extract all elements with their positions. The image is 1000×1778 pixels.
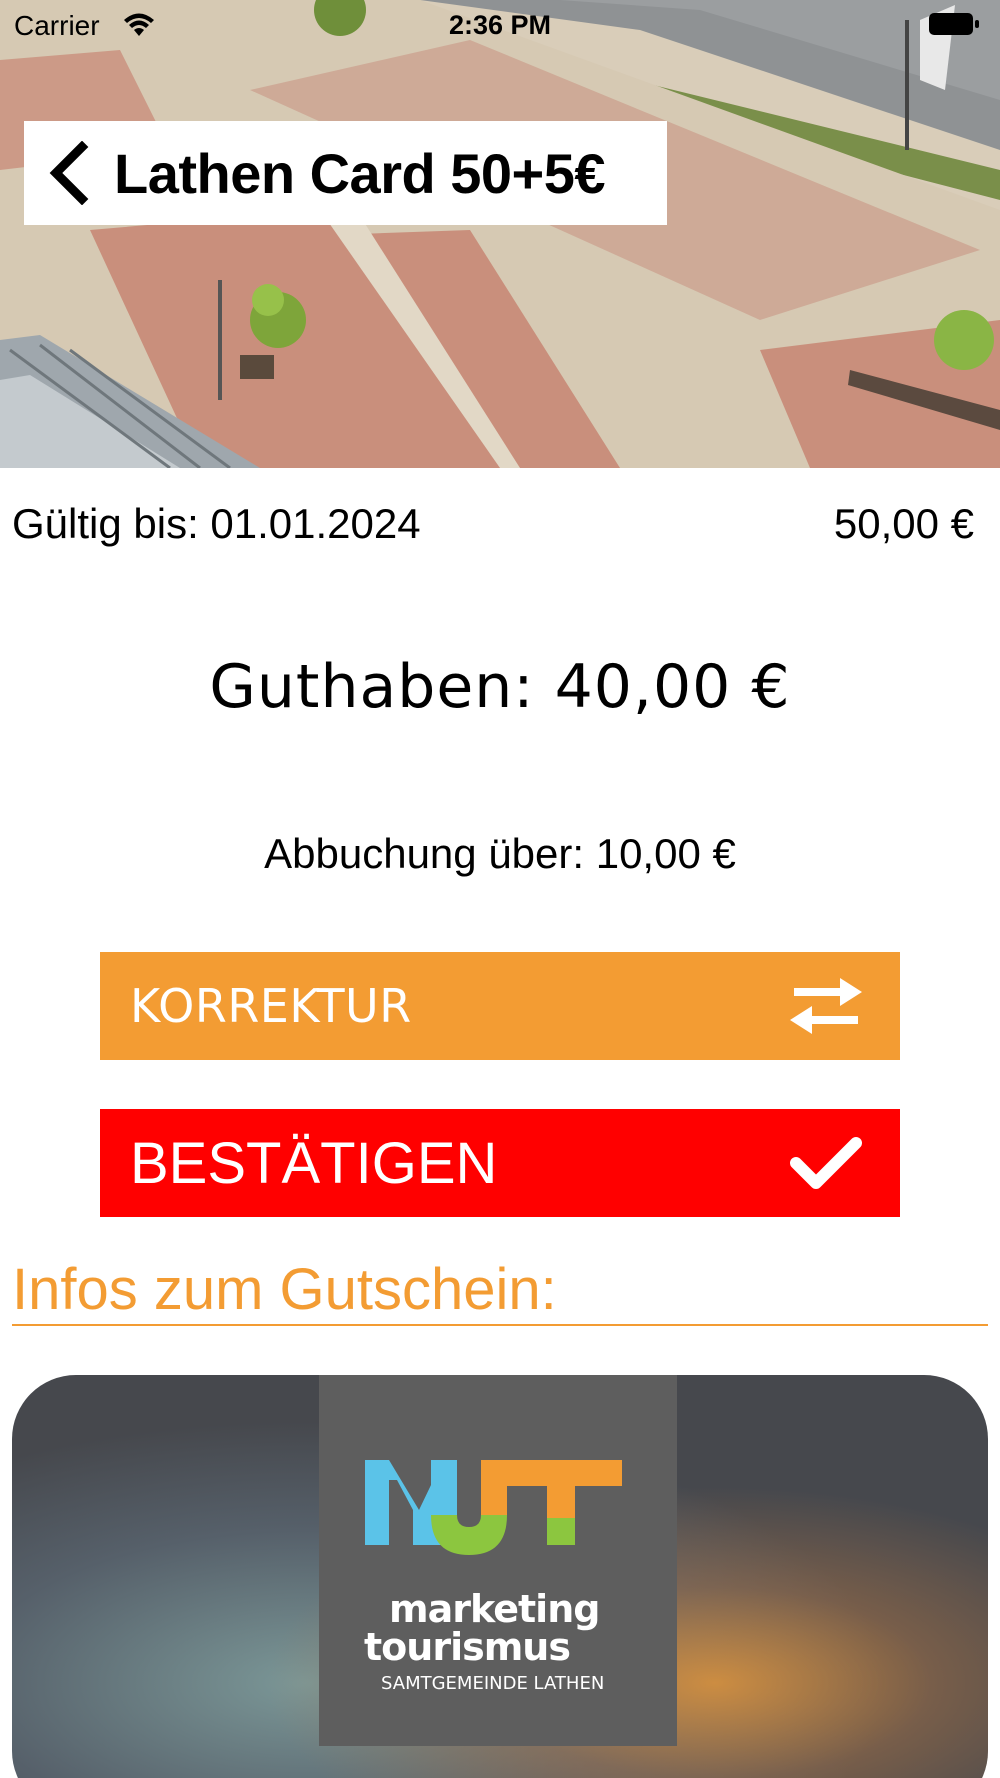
clock-time: 2:36 PM bbox=[448, 10, 552, 40]
confirm-button-label: BESTÄTIGEN bbox=[130, 1130, 498, 1196]
balance-label: Guthaben: 40,00 € bbox=[209, 652, 791, 722]
mut-logo-mark bbox=[365, 1460, 622, 1555]
status-bar: Carrier 2:36 PM bbox=[0, 0, 1000, 50]
title-bar: Lathen Card 50+5€ bbox=[24, 121, 667, 225]
page-title: Lathen Card 50+5€ bbox=[114, 141, 606, 205]
confirm-button[interactable]: BESTÄTIGEN bbox=[100, 1109, 900, 1217]
voucher-info-row: Gültig bis: 01.01.2024 50,00 € bbox=[12, 500, 974, 556]
debit-amount-label: Abbuchung über: 10,00 € bbox=[264, 830, 736, 877]
checkmark-icon bbox=[790, 1137, 862, 1189]
swap-arrows-icon bbox=[790, 978, 862, 1034]
plaza-aerial-photo bbox=[0, 0, 1000, 468]
battery-icon bbox=[929, 13, 979, 35]
valid-until-label: Gültig bis: 01.01.2024 bbox=[12, 500, 421, 547]
correction-button[interactable]: KORREKTUR bbox=[100, 952, 900, 1060]
voucher-info-image: marketing tourismus SAMTGEMEINDE LATHEN bbox=[12, 1375, 988, 1778]
voucher-price: 50,00 € bbox=[833, 500, 974, 547]
chevron-left-icon bbox=[49, 141, 89, 205]
back-button[interactable] bbox=[38, 121, 98, 225]
mut-logo: marketing tourismus SAMTGEMEINDE LATHEN bbox=[319, 1375, 677, 1746]
logo-text-tourismus: tourismus bbox=[364, 1625, 571, 1669]
info-section-title: Infos zum Gutschein: bbox=[12, 1256, 988, 1326]
logo-text-samtgemeinde: SAMTGEMEINDE LATHEN bbox=[381, 1673, 605, 1694]
correction-button-label: KORREKTUR bbox=[130, 979, 412, 1033]
header-photo bbox=[0, 0, 1000, 468]
